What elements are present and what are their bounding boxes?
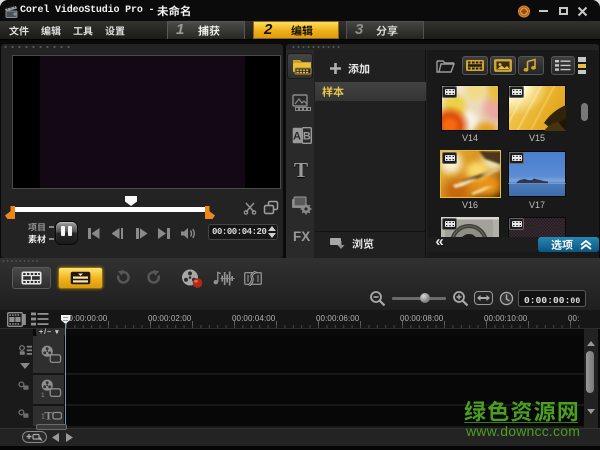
svg-text:1: 1 <box>41 392 45 398</box>
svg-text:B: B <box>303 131 311 143</box>
svg-text:A: A <box>293 131 301 143</box>
svg-text:T: T <box>45 409 53 422</box>
